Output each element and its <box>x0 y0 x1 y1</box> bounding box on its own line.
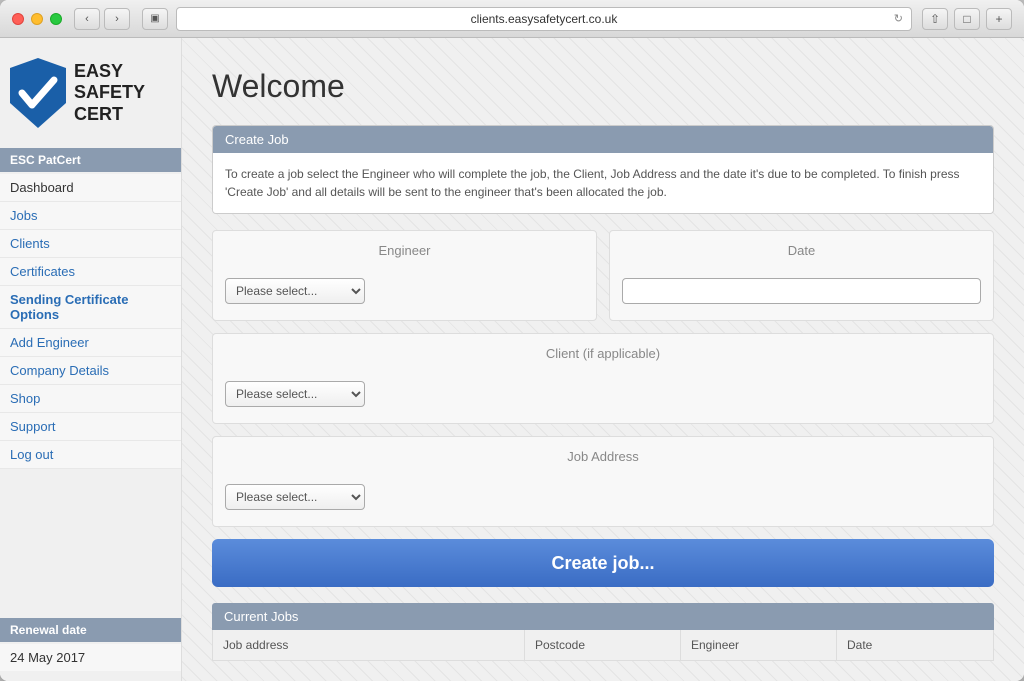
sidebar-item-shop[interactable]: Shop <box>0 385 181 413</box>
job-address-select[interactable]: Please select... <box>225 484 365 510</box>
client-section: Client (if applicable) Please select... <box>212 333 994 424</box>
back-button[interactable]: ‹ <box>74 8 100 30</box>
sidebar-item-logout[interactable]: Log out <box>0 441 181 469</box>
forward-button[interactable]: › <box>104 8 130 30</box>
date-input[interactable] <box>622 278 981 304</box>
create-job-button[interactable]: Create job... <box>212 539 994 587</box>
create-job-description: To create a job select the Engineer who … <box>213 153 993 213</box>
maximize-button[interactable] <box>50 13 62 25</box>
tab-switcher[interactable]: ▣ <box>142 8 168 30</box>
job-address-label: Job Address <box>213 437 993 476</box>
date-section: Date <box>609 230 994 321</box>
url-text: clients.easysafetycert.co.uk <box>471 12 618 26</box>
renewal-header: Renewal date <box>0 618 181 642</box>
logo-icon <box>10 58 66 128</box>
logo-area: EASY SAFETY CERT <box>0 58 181 148</box>
engineer-body: Please select... <box>213 270 596 320</box>
minimize-button[interactable] <box>31 13 43 25</box>
sidebar-item-dashboard[interactable]: Dashboard <box>0 174 181 202</box>
engineer-label: Engineer <box>213 231 596 270</box>
new-tab-button[interactable]: □ <box>954 8 980 30</box>
browser-window: ‹ › ▣ clients.easysafetycert.co.uk ↻ ⇧ □… <box>0 0 1024 681</box>
jobs-table-header: Job address Postcode Engineer Date <box>212 630 994 661</box>
engineer-date-row: Engineer Please select... Date <box>212 230 994 321</box>
reload-icon[interactable]: ↻ <box>894 12 903 25</box>
browser-actions: ⇧ □ + <box>922 8 1012 30</box>
sidebar-item-sending-cert-options[interactable]: Sending Certificate Options <box>0 286 181 329</box>
more-button[interactable]: + <box>986 8 1012 30</box>
engineer-section: Engineer Please select... <box>212 230 597 321</box>
client-body: Please select... <box>213 373 993 423</box>
main-content: Welcome Create Job To create a job selec… <box>182 38 1024 681</box>
sidebar: EASY SAFETY CERT ESC PatCert Dashboard J… <box>0 38 182 681</box>
date-body <box>610 270 993 320</box>
address-bar[interactable]: clients.easysafetycert.co.uk ↻ <box>176 7 912 31</box>
browser-titlebar: ‹ › ▣ clients.easysafetycert.co.uk ↻ ⇧ □… <box>0 0 1024 38</box>
job-address-body: Please select... <box>213 476 993 526</box>
share-button[interactable]: ⇧ <box>922 8 948 30</box>
current-jobs-header: Current Jobs <box>212 603 994 630</box>
create-job-box: Create Job To create a job select the En… <box>212 125 994 214</box>
sidebar-item-certificates[interactable]: Certificates <box>0 258 181 286</box>
logo-text: EASY SAFETY CERT <box>74 61 145 126</box>
sidebar-item-company-details[interactable]: Company Details <box>0 357 181 385</box>
traffic-lights <box>12 13 62 25</box>
renewal-date-value: 24 May 2017 <box>0 644 181 671</box>
sidebar-item-clients[interactable]: Clients <box>0 230 181 258</box>
client-select[interactable]: Please select... <box>225 381 365 407</box>
close-button[interactable] <box>12 13 24 25</box>
sidebar-footer: Renewal date 24 May 2017 <box>0 618 181 681</box>
page-title: Welcome <box>212 68 994 105</box>
date-label: Date <box>610 231 993 270</box>
create-job-header: Create Job <box>213 126 993 153</box>
job-address-section: Job Address Please select... <box>212 436 994 527</box>
sidebar-item-jobs[interactable]: Jobs <box>0 202 181 230</box>
current-jobs-area: Current Jobs Job address Postcode Engine… <box>212 603 994 661</box>
sidebar-item-add-engineer[interactable]: Add Engineer <box>0 329 181 357</box>
client-label: Client (if applicable) <box>213 334 993 373</box>
engineer-select[interactable]: Please select... <box>225 278 365 304</box>
page-wrapper: EASY SAFETY CERT ESC PatCert Dashboard J… <box>0 38 1024 681</box>
sidebar-nav: Dashboard Jobs Clients Certificates Send… <box>0 174 181 469</box>
sidebar-item-support[interactable]: Support <box>0 413 181 441</box>
sidebar-section-header: ESC PatCert <box>0 148 181 172</box>
browser-nav: ‹ › <box>74 8 130 30</box>
tab-area: ▣ <box>142 8 168 30</box>
